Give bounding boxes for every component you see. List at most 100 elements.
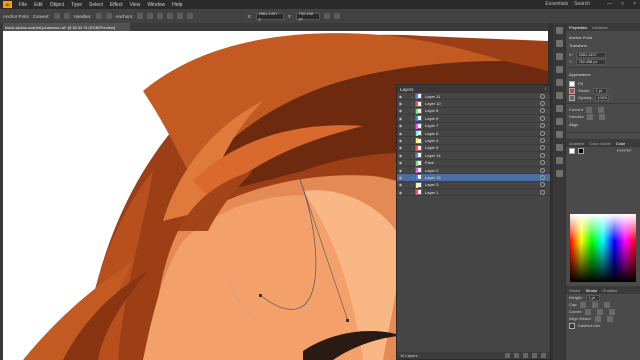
target-circle-icon[interactable] xyxy=(540,167,545,173)
layer-name[interactable]: Layer 13 xyxy=(425,175,540,180)
tab-gradient-2[interactable]: Gradient xyxy=(602,288,617,293)
gradient-icon[interactable] xyxy=(555,118,563,125)
menu-file[interactable]: File xyxy=(19,2,27,8)
color-stroke-swatch[interactable] xyxy=(578,147,584,154)
target-circle-icon[interactable] xyxy=(540,115,545,121)
menu-edit[interactable]: Edit xyxy=(34,2,43,8)
layer-name[interactable]: Layer 6 xyxy=(425,131,540,136)
new-layer-icon[interactable] xyxy=(532,353,537,358)
color-hex-value[interactable]: FFFFFF xyxy=(617,148,632,153)
x-coordinate-field[interactable]: 2961.1497 p xyxy=(255,11,284,21)
butt-cap-icon[interactable] xyxy=(580,301,587,308)
visibility-eye-icon[interactable]: ◉ xyxy=(397,145,404,150)
visibility-eye-icon[interactable]: ◉ xyxy=(397,101,404,106)
new-sublayer-icon[interactable] xyxy=(523,353,528,358)
tab-libraries[interactable]: Libraries xyxy=(592,25,607,30)
target-circle-icon[interactable] xyxy=(540,152,545,158)
properties-icon[interactable] xyxy=(555,27,563,34)
layer-row[interactable]: ◉ › Layer 8 xyxy=(397,107,550,116)
distribute-icon[interactable] xyxy=(333,13,340,19)
round-cap-icon[interactable] xyxy=(592,301,599,308)
layer-name[interactable]: Layer 5 xyxy=(425,145,540,150)
transparency-icon[interactable] xyxy=(555,131,563,138)
visibility-eye-icon[interactable]: ◉ xyxy=(397,138,404,143)
fill-swatch[interactable] xyxy=(569,80,575,87)
layer-row[interactable]: ◉ › Layer 4 xyxy=(397,137,550,145)
maximize-button[interactable]: □ xyxy=(621,1,624,7)
transform-y-field[interactable]: 752.498 px xyxy=(575,58,606,65)
visibility-eye-icon[interactable]: ◉ xyxy=(397,123,404,128)
layer-row[interactable]: ◉ › Layer 2 xyxy=(397,167,550,175)
dashed-line-checkbox[interactable] xyxy=(569,322,575,329)
layer-name[interactable]: Layer 7 xyxy=(425,123,540,128)
stroke-swatch[interactable] xyxy=(569,87,575,94)
search-button[interactable]: Search xyxy=(574,1,590,7)
target-circle-icon[interactable] xyxy=(540,174,545,180)
layer-row[interactable]: ◉ › Layer 7 xyxy=(397,122,550,130)
target-circle-icon[interactable] xyxy=(540,182,545,188)
target-circle-icon[interactable] xyxy=(540,145,545,151)
panel-menu-icon[interactable]: ≡ xyxy=(545,86,547,91)
target-circle-icon[interactable] xyxy=(540,189,545,195)
menu-object[interactable]: Object xyxy=(50,2,64,8)
symbols-icon[interactable] xyxy=(555,92,563,99)
layer-row[interactable]: ◉ › Layer 9 xyxy=(397,115,550,123)
miter-join-icon[interactable] xyxy=(585,308,592,315)
target-circle-icon[interactable] xyxy=(540,160,545,166)
clipping-mask-icon[interactable] xyxy=(514,353,519,358)
layer-name[interactable]: Layer 4 xyxy=(425,138,540,143)
layer-name[interactable]: Layer 14 xyxy=(425,153,540,158)
minimize-button[interactable]: — xyxy=(607,1,612,7)
convert-smooth-icon-panel[interactable] xyxy=(598,106,605,113)
document-tab[interactable]: black-widow-scarlett-johansson.ai* @ 82.… xyxy=(3,23,130,31)
layer-row[interactable]: ◉ › Layer 10 xyxy=(397,100,550,108)
visibility-eye-icon[interactable]: ◉ xyxy=(397,190,404,195)
target-circle-icon[interactable] xyxy=(540,130,545,136)
round-join-icon[interactable] xyxy=(597,308,604,315)
delete-layer-icon[interactable] xyxy=(541,353,546,358)
align-center-icon[interactable] xyxy=(594,315,601,322)
visibility-eye-icon[interactable]: ◉ xyxy=(397,108,404,113)
graphic-styles-icon[interactable] xyxy=(555,157,563,164)
layer-row[interactable]: ◉ › Layer 13 xyxy=(397,174,550,182)
layer-row[interactable]: ◉ › Layer 5 xyxy=(397,144,550,153)
isolate-icon[interactable] xyxy=(167,13,174,19)
menu-view[interactable]: View xyxy=(130,2,141,8)
convert-corner-icon-panel[interactable] xyxy=(586,106,593,113)
cut-path-icon[interactable] xyxy=(157,13,164,19)
layer-name[interactable]: Layer 9 xyxy=(425,116,540,121)
layer-name[interactable]: Layer 3 xyxy=(425,182,540,187)
tab-color[interactable]: Color xyxy=(616,141,626,146)
target-circle-icon[interactable] xyxy=(540,101,545,107)
tab-stroke-1[interactable]: Stroke xyxy=(569,288,581,293)
visibility-eye-icon[interactable]: ◉ xyxy=(397,153,404,158)
target-circle-icon[interactable] xyxy=(540,123,545,129)
layer-row[interactable]: ◉ › Face xyxy=(397,159,550,167)
menu-select[interactable]: Select xyxy=(89,2,103,8)
workspace-essentials[interactable]: Essentials xyxy=(545,1,568,7)
visibility-eye-icon[interactable]: ◉ xyxy=(397,175,404,180)
weight-field[interactable]: 1 pt xyxy=(585,294,600,301)
libraries-icon[interactable] xyxy=(555,40,563,47)
visibility-eye-icon[interactable]: ◉ xyxy=(397,168,404,173)
brushes-icon[interactable] xyxy=(555,79,563,86)
visibility-eye-icon[interactable]: ◉ xyxy=(397,116,404,121)
visibility-eye-icon[interactable]: ◉ xyxy=(397,94,404,99)
show-handles-icon[interactable] xyxy=(95,13,102,19)
align-panel-icon[interactable] xyxy=(555,170,563,177)
transform-icon[interactable] xyxy=(187,13,194,19)
y-coordinate-field[interactable]: 752.498 px xyxy=(295,11,320,21)
tab-color-guide[interactable]: Color Guide xyxy=(589,141,610,146)
stroke-icon[interactable] xyxy=(555,105,563,112)
layers-panel-title-bar[interactable]: Layers ≡ xyxy=(397,85,550,93)
square-cap-icon[interactable] xyxy=(604,301,611,308)
tab-properties[interactable]: Properties xyxy=(569,25,587,30)
transform-x-field[interactable]: 2961.1497 xyxy=(575,51,606,58)
visibility-eye-icon[interactable]: ◉ xyxy=(397,160,404,165)
convert-corner-icon[interactable] xyxy=(53,13,60,19)
menu-window[interactable]: Window xyxy=(147,2,165,8)
target-circle-icon[interactable] xyxy=(540,108,545,114)
target-circle-icon[interactable] xyxy=(540,93,545,99)
menu-type[interactable]: Type xyxy=(71,2,82,8)
handles-icon-panel[interactable] xyxy=(586,113,593,120)
